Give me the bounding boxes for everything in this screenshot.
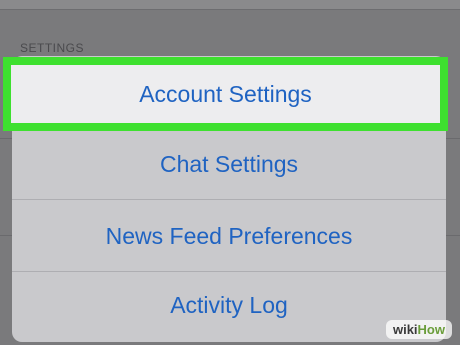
chat-settings-option[interactable]: Chat Settings (12, 128, 446, 200)
account-settings-option[interactable]: Account Settings (3, 57, 448, 131)
watermark-prefix: wiki (392, 322, 418, 337)
news-feed-preferences-label: News Feed Preferences (105, 222, 353, 249)
account-settings-label: Account Settings (139, 80, 312, 107)
watermark-suffix: How (417, 322, 445, 337)
settings-section-header: SETTINGS (20, 41, 85, 55)
background-top-row (0, 0, 460, 10)
activity-log-label: Activity Log (170, 291, 288, 318)
wikihow-watermark: wikiHow (385, 320, 452, 339)
activity-log-option[interactable]: Activity Log (12, 269, 446, 341)
chat-settings-label: Chat Settings (159, 150, 299, 177)
news-feed-preferences-option[interactable]: News Feed Preferences (12, 200, 446, 272)
